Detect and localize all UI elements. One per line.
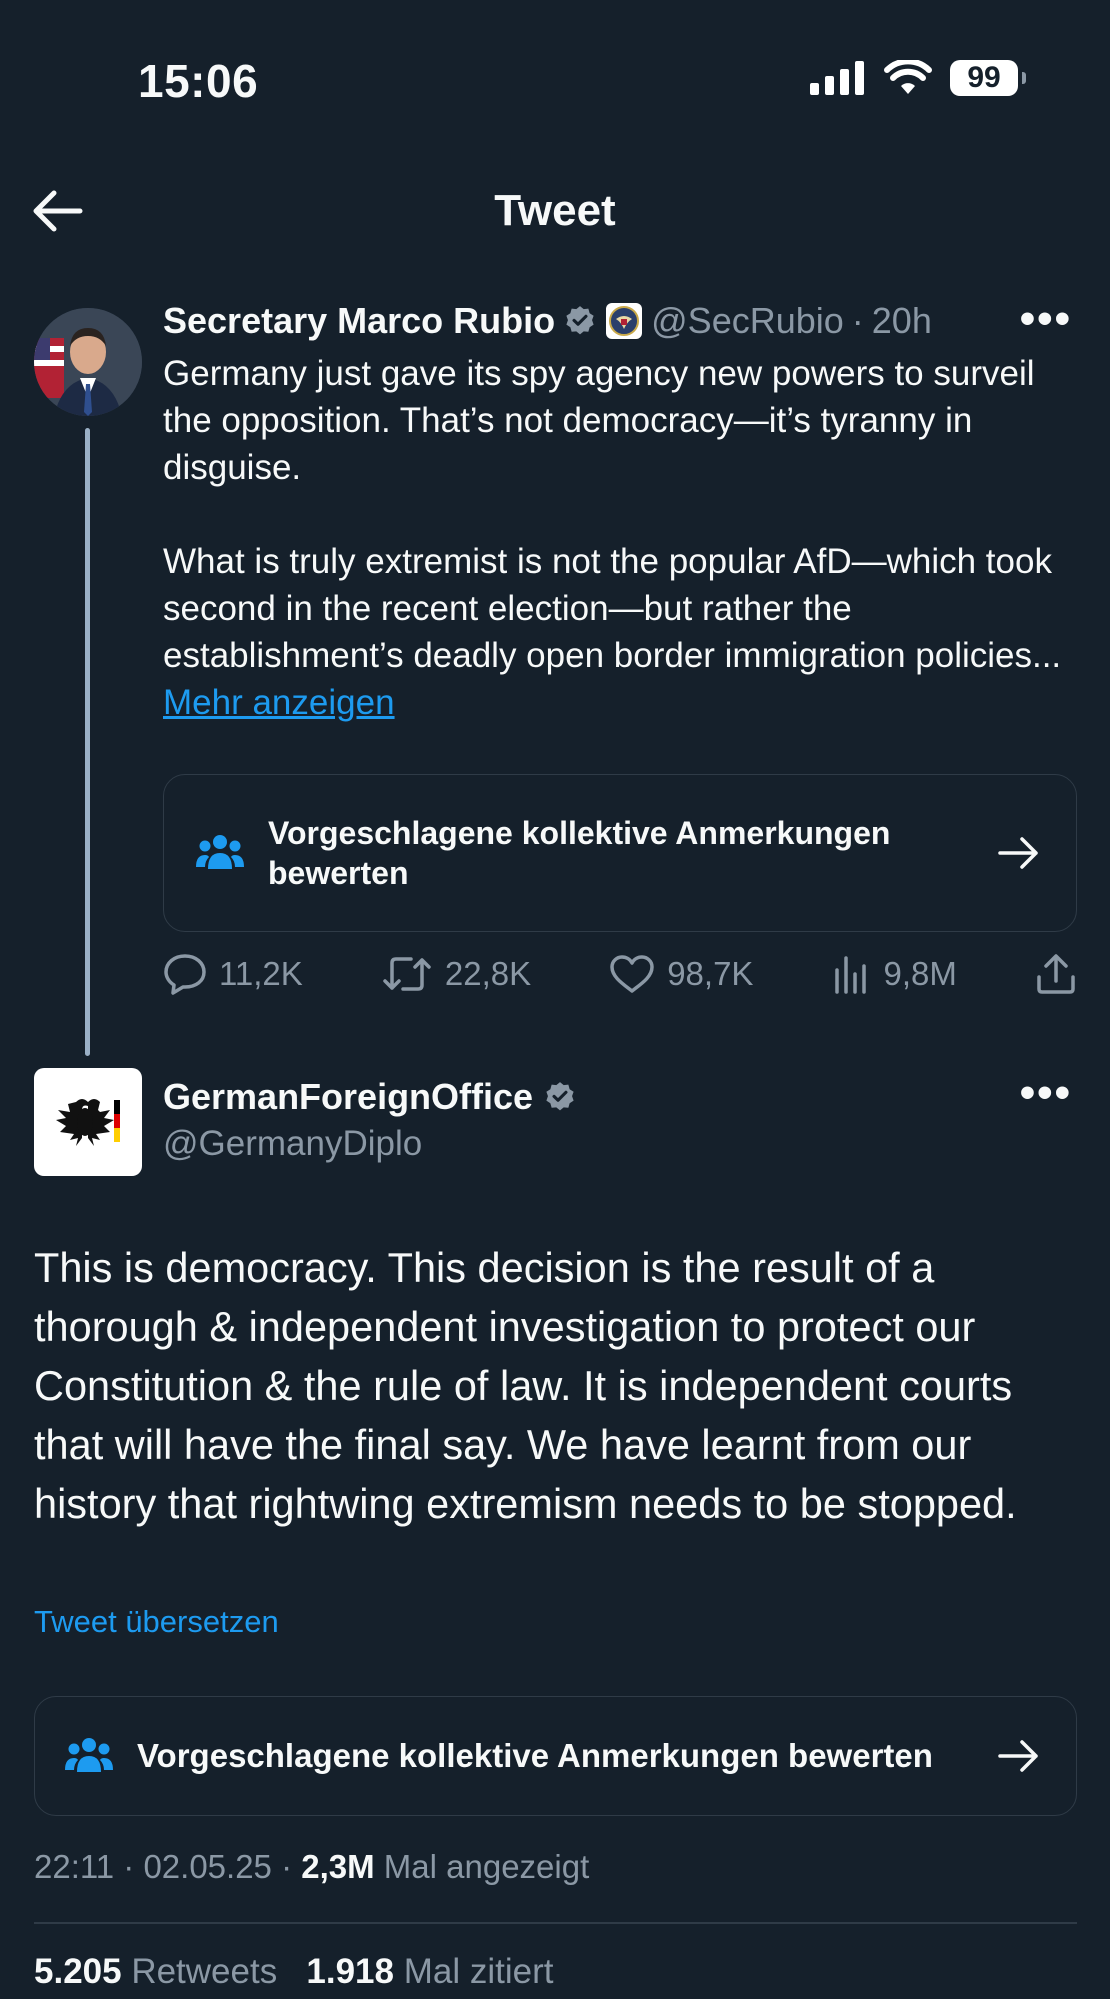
like-count: 98,7K (667, 955, 754, 992)
tweet2-body: This is democracy. This decision is the … (34, 1244, 1017, 1527)
tweet1-paragraph-1: Germany just gave its spy agency new pow… (163, 354, 1035, 487)
reply-count: 11,2K (219, 955, 303, 992)
community-notes-label-1: Vorgeschlagene kollektive Anmerkungen be… (268, 815, 891, 891)
status-icons: 99 (810, 60, 1026, 96)
retweet-button[interactable]: 22,8K (381, 954, 531, 994)
retweet-count: 22,8K (444, 955, 532, 992)
view-count: 2,3M (301, 1848, 375, 1885)
tweet1-header: Secretary Marco Rubio @SecRubio · 20h (163, 300, 932, 342)
translate-tweet-link[interactable]: Tweet übersetzen (34, 1604, 279, 1640)
show-more-link[interactable]: Mehr anzeigen (163, 683, 395, 722)
views-count: 9,8M (883, 955, 957, 992)
community-notes-icon (196, 835, 244, 869)
divider (34, 1922, 1077, 1924)
tweet2-handle[interactable]: @GermanyDiplo (163, 1124, 422, 1164)
community-notes-card-1[interactable]: Vorgeschlagene kollektive Anmerkungen be… (163, 774, 1077, 932)
tweet1-handle[interactable]: @SecRubio (651, 300, 844, 342)
reply-icon (164, 954, 206, 995)
quote-label: Mal zitiert (394, 1952, 554, 1991)
tweet2-name[interactable]: GermanForeignOffice (163, 1076, 533, 1118)
share-icon (1037, 954, 1075, 994)
tweet1-time: 20h (871, 300, 932, 341)
tweet-stats: 5.205 Retweets 1.918 Mal zitiert (34, 1952, 553, 1992)
community-notes-icon (65, 1738, 113, 1772)
verified-badge-icon (546, 1082, 574, 1111)
avatar-rubio[interactable] (34, 308, 142, 416)
like-icon (610, 955, 654, 993)
tweet2-more-icon[interactable]: ••• (1020, 1068, 1072, 1118)
wifi-icon (884, 60, 932, 94)
tweet1-body: Germany just gave its spy agency new pow… (163, 350, 1063, 726)
tweet1-separator: · (851, 300, 864, 341)
battery-icon: 99 (950, 60, 1026, 96)
cellular-signal-icon (810, 61, 864, 95)
reply-button[interactable]: 11,2K (163, 953, 303, 995)
quote-total: 1.918 (306, 1952, 394, 1991)
status-time: 15:06 (138, 55, 259, 107)
thread-line (85, 428, 90, 1056)
retweets-stat[interactable]: 5.205 Retweets (34, 1952, 277, 1991)
state-department-seal-icon (606, 303, 643, 339)
page-title: Tweet (494, 186, 616, 235)
arrow-right-icon (998, 1740, 1038, 1772)
tweet2-header: GermanForeignOffice (163, 1076, 577, 1118)
retweet-label: Retweets (121, 1952, 278, 1991)
community-notes-label-2: Vorgeschlagene kollektive Anmerkungen be… (137, 1737, 933, 1774)
retweet-icon (383, 957, 431, 991)
view-label: Mal angezeigt (374, 1848, 590, 1885)
tweet-meta: 22:11 · 02.05.25 · 2,3M Mal angezeigt (34, 1848, 589, 1886)
tweet1-paragraph-2: What is truly extremist is not the popul… (163, 538, 1063, 726)
tweet-timestamp: 22:11 · 02.05.25 · (34, 1848, 302, 1885)
tweet1-actions: 11,2K 22,8K 98,7K 9,8M (163, 953, 1077, 995)
tweet1-name[interactable]: Secretary Marco Rubio (163, 300, 555, 342)
views-icon (834, 956, 866, 994)
like-button[interactable]: 98,7K (609, 954, 753, 994)
retweet-total: 5.205 (34, 1952, 122, 1991)
share-button[interactable] (1035, 953, 1077, 995)
tweet1-more-icon[interactable]: ••• (1020, 294, 1072, 344)
views-button[interactable]: 9,8M (832, 954, 957, 994)
tweet1-paragraph-2-text: What is truly extremist is not the popul… (163, 542, 1062, 675)
verified-badge-icon (566, 306, 594, 335)
quotes-stat[interactable]: 1.918 Mal zitiert (306, 1952, 553, 1991)
community-notes-card-2[interactable]: Vorgeschlagene kollektive Anmerkungen be… (34, 1696, 1077, 1816)
avatar-german-foreign-office[interactable] (34, 1068, 142, 1176)
arrow-right-icon (998, 837, 1038, 869)
